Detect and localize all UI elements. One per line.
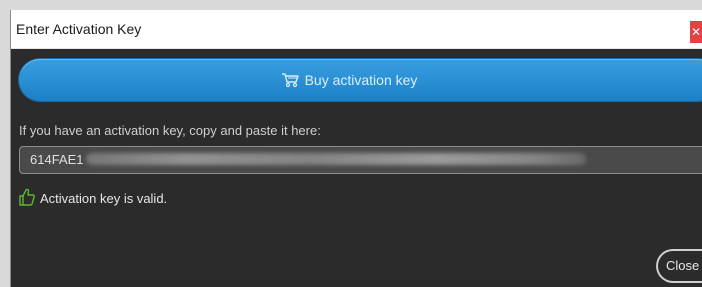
- validation-status: Activation key is valid.: [19, 188, 167, 209]
- window-close-button[interactable]: ✕: [690, 21, 702, 43]
- thumbs-up-icon: [19, 188, 35, 209]
- buy-activation-key-button[interactable]: Buy activation key: [19, 59, 702, 101]
- activation-dialog: Enter Activation Key ✕ Buy activation ke…: [10, 10, 702, 287]
- activation-key-value: 614FAE1: [30, 152, 84, 167]
- buy-button-content: Buy activation key: [281, 72, 418, 88]
- shopping-cart-icon: [281, 72, 299, 88]
- validation-status-text: Activation key is valid.: [40, 191, 168, 206]
- title-bar: Enter Activation Key ✕: [11, 10, 702, 49]
- window-title: Enter Activation Key: [16, 21, 142, 37]
- activation-key-input[interactable]: 614FAE1: [19, 146, 702, 174]
- instruction-text: If you have an activation key, copy and …: [19, 123, 321, 138]
- close-button-label: Close: [666, 258, 700, 273]
- close-button[interactable]: Close: [656, 249, 702, 283]
- buy-button-label: Buy activation key: [304, 72, 418, 88]
- redacted-key-blur: [85, 153, 586, 166]
